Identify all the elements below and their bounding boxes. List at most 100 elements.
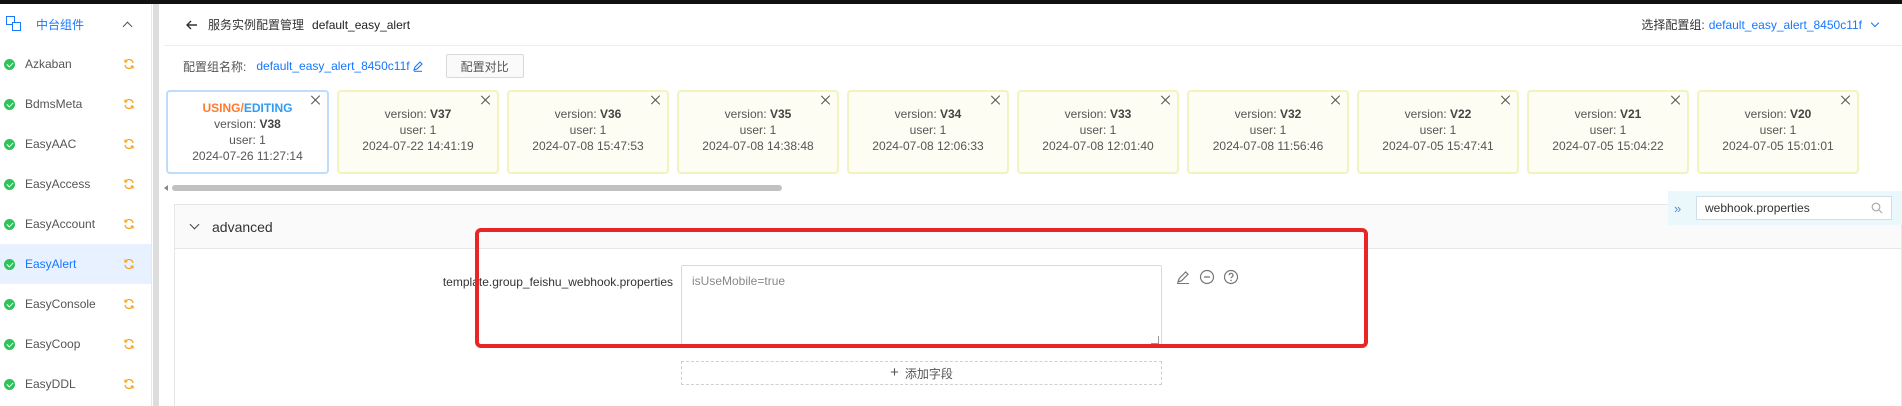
sync-icon[interactable] (123, 378, 135, 390)
check-circle-icon (4, 98, 15, 110)
field-value-text[interactable]: isUseMobile=true (692, 274, 785, 288)
close-icon[interactable] (1671, 95, 1681, 105)
chevron-down-icon[interactable] (189, 219, 200, 230)
close-icon[interactable] (651, 95, 661, 105)
resize-handle[interactable] (1151, 336, 1159, 344)
sync-icon[interactable] (123, 338, 135, 350)
sidebar-item-easyconsole[interactable]: EasyConsole (0, 284, 151, 324)
arrow-left-icon[interactable] (184, 17, 200, 33)
version-user: user: 1 (1759, 123, 1797, 137)
advanced-panel: advanced template.group_feishu_webhook.p… (174, 204, 1902, 406)
sidebar-item-easyaccess[interactable]: EasyAccess (0, 164, 151, 204)
version-number: V34 (940, 107, 962, 121)
version-card-v32[interactable]: version: V32 user: 1 2024-07-08 11:56:46 (1187, 90, 1349, 174)
sync-icon[interactable] (123, 218, 135, 230)
version-number: V35 (770, 107, 792, 121)
version-prefix: version: (1234, 107, 1280, 121)
chevron-up-icon[interactable] (122, 21, 133, 31)
close-icon[interactable] (481, 95, 491, 105)
minus-circle-icon[interactable] (1199, 269, 1215, 285)
page-header: 服务实例配置管理 default_easy_alert 选择配置组: defau… (164, 4, 1902, 46)
version-card-v20[interactable]: version: V20 user: 1 2024-07-05 15:01:01 (1697, 90, 1859, 174)
component-group-icon (6, 16, 22, 32)
sidebar-item-easyalert[interactable]: EasyAlert (0, 244, 151, 284)
chevron-down-icon[interactable] (1870, 18, 1880, 28)
config-group-select-value[interactable]: default_easy_alert_8450c11f (1709, 18, 1862, 32)
close-icon[interactable] (991, 95, 1001, 105)
sidebar: 中台组件 Azkaban BdmsMeta EasyAAC EasyAccess Eas… (0, 4, 152, 406)
search-icon[interactable] (1871, 202, 1883, 214)
check-circle-icon (4, 218, 15, 230)
sidebar-item-azkaban[interactable]: Azkaban (0, 44, 151, 84)
advanced-panel-header[interactable]: advanced (175, 205, 1901, 249)
sync-icon[interactable] (123, 98, 135, 110)
version-number: V37 (430, 107, 452, 121)
status-editing: EDITING (243, 101, 293, 115)
version-card-v22[interactable]: version: V22 user: 1 2024-07-05 15:47:41 (1357, 90, 1519, 174)
version-card-v21[interactable]: version: V21 user: 1 2024-07-05 15:04:22 (1527, 90, 1689, 174)
pencil-icon[interactable] (1175, 269, 1191, 285)
sync-icon[interactable] (123, 178, 135, 190)
version-card-v38[interactable]: USING/EDITING version: V38 user: 1 2024-07-… (166, 90, 329, 174)
version-prefix: version: (214, 117, 260, 131)
version-card-v36[interactable]: version: V36 user: 1 2024-07-08 15:47:53 (507, 90, 669, 174)
version-user: user: 1 (1419, 123, 1457, 137)
field-value-textarea[interactable]: isUseMobile=true (681, 265, 1162, 347)
close-icon[interactable] (1841, 95, 1851, 105)
scroll-left-icon[interactable] (164, 185, 168, 191)
sidebar-item-easyaac[interactable]: EasyAAC (0, 124, 151, 164)
check-circle-icon (4, 138, 15, 150)
version-card-v37[interactable]: version: V37 user: 1 2024-07-22 14:41:19 (337, 90, 499, 174)
sidebar-item-easyaccount[interactable]: EasyAccount (0, 204, 151, 244)
field-search-value[interactable]: webhook.properties (1705, 201, 1871, 215)
pencil-icon[interactable] (412, 60, 424, 72)
close-icon[interactable] (1331, 95, 1341, 105)
version-line: version: V34 (849, 106, 1007, 122)
sidebar-group-header[interactable]: 中台组件 (0, 4, 151, 44)
question-circle-icon[interactable] (1223, 269, 1239, 285)
main-content: 服务实例配置管理 default_easy_alert 选择配置组: defau… (164, 4, 1902, 406)
version-number: V21 (1620, 107, 1642, 121)
version-time: 2024-07-05 15:01:01 (1722, 139, 1834, 153)
sync-icon[interactable] (123, 58, 135, 70)
field-search-bar: » webhook.properties (1668, 191, 1902, 225)
close-icon[interactable] (1161, 95, 1171, 105)
config-compare-button[interactable]: 配置对比 (445, 54, 524, 78)
close-icon[interactable] (1501, 95, 1511, 105)
version-status: USING/EDITING (168, 100, 327, 116)
check-circle-icon (4, 338, 15, 350)
close-icon[interactable] (311, 95, 321, 105)
version-number: V38 (259, 117, 281, 131)
version-time: 2024-07-08 11:56:46 (1212, 139, 1324, 153)
config-group-bar: 配置组名称: default_easy_alert_8450c11f 配置对比 (164, 46, 1902, 86)
add-field-label: 添加字段 (904, 366, 953, 381)
field-search-input[interactable]: webhook.properties (1696, 196, 1892, 220)
version-scrollbar[interactable] (164, 184, 1902, 192)
sidebar-item-easycoop[interactable]: EasyCoop (0, 324, 151, 364)
sync-icon[interactable] (123, 258, 135, 270)
config-group-selector[interactable]: 选择配置组: default_easy_alert_8450c11f (1641, 16, 1880, 33)
sidebar-item-bdmsmeta[interactable]: BdmsMeta (0, 84, 151, 124)
scrollbar-thumb[interactable] (172, 185, 782, 191)
version-number: V32 (1280, 107, 1302, 121)
version-card-v35[interactable]: version: V35 user: 1 2024-07-08 14:38:48 (677, 90, 839, 174)
version-prefix: version: (1744, 107, 1790, 121)
version-time: 2024-07-26 11:27:14 (192, 149, 303, 163)
add-field-button[interactable]: + 添加字段 (681, 361, 1162, 385)
version-user: user: 1 (229, 133, 266, 147)
sidebar-scrollbar[interactable] (153, 4, 159, 406)
breadcrumb-parent[interactable]: 服务实例配置管理 (208, 16, 304, 33)
version-card-v33[interactable]: version: V33 user: 1 2024-07-08 12:01:40 (1017, 90, 1179, 174)
check-circle-icon (4, 378, 15, 390)
sync-icon[interactable] (123, 138, 135, 150)
sync-icon[interactable] (123, 298, 135, 310)
version-time: 2024-07-05 15:04:22 (1552, 139, 1664, 153)
double-chevron-right-icon[interactable]: » (1674, 201, 1688, 216)
version-prefix: version: (1574, 107, 1620, 121)
sidebar-item-label: EasyCoop (25, 337, 81, 351)
version-user: user: 1 (399, 123, 437, 137)
close-icon[interactable] (821, 95, 831, 105)
version-line: version: V21 (1529, 106, 1687, 122)
sidebar-item-easyddl[interactable]: EasyDDL (0, 364, 151, 404)
version-card-v34[interactable]: version: V34 user: 1 2024-07-08 12:06:33 (847, 90, 1009, 174)
